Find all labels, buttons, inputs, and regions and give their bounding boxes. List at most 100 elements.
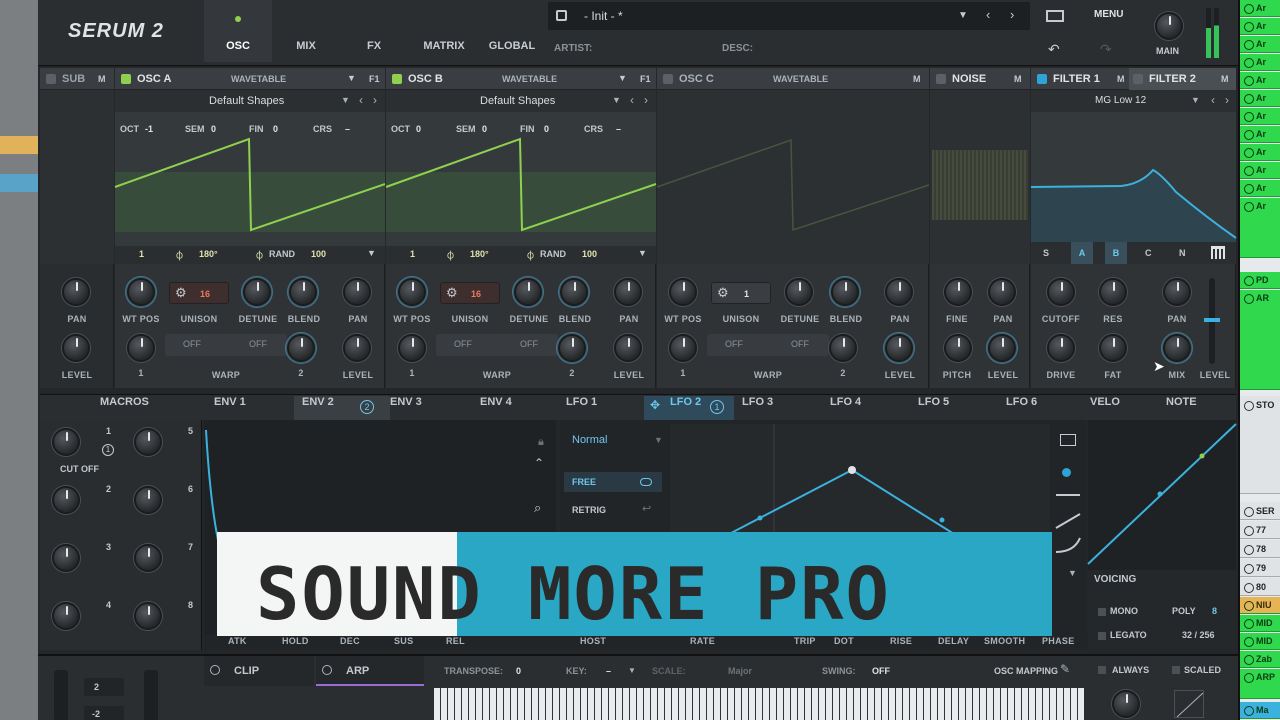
osc-a-wave-display[interactable]: OCT -1 SEM 0 FIN 0 CRS – [114, 112, 386, 246]
osc-c-type[interactable]: WAVETABLE [773, 74, 828, 84]
noise-mute[interactable]: M [1014, 74, 1022, 84]
track-item[interactable]: Ar [1240, 72, 1280, 89]
drag-move-icon[interactable]: ✥ [650, 398, 660, 412]
track-item[interactable]: Ar [1240, 36, 1280, 53]
cutoff-knob[interactable] [1047, 278, 1075, 306]
chevron-down-icon[interactable]: ▼ [341, 95, 350, 105]
osc-c-mute[interactable]: M [913, 74, 921, 84]
free-mode-button[interactable]: FREE [564, 472, 662, 492]
redo-icon[interactable]: ↷ [1100, 41, 1112, 58]
preset-dropdown-icon[interactable]: ▼ [958, 10, 968, 21]
osc-c-level-knob[interactable] [885, 334, 913, 362]
track-item[interactable]: Ar [1240, 108, 1280, 125]
scaled-checkbox[interactable] [1172, 666, 1180, 674]
noise-display[interactable] [930, 90, 1030, 264]
menu-button[interactable]: MENU [1094, 9, 1123, 20]
line-tool-icon[interactable] [1056, 494, 1080, 496]
filter-1-toggle[interactable] [1037, 74, 1047, 84]
tab-filter-2[interactable]: FILTER 2 M [1129, 68, 1236, 90]
warp-mode-select[interactable]: OFF OFF [707, 334, 829, 356]
tab-velo[interactable]: VELO [1090, 396, 1120, 418]
next-preset-icon[interactable]: › [1010, 7, 1014, 22]
blend-knob[interactable] [831, 278, 859, 306]
osc-a-level-knob[interactable] [343, 334, 371, 362]
track-item[interactable]: Ar [1240, 0, 1280, 17]
wt-pos-knob[interactable] [669, 278, 697, 306]
power-icon[interactable] [210, 665, 220, 675]
wt-pos-knob[interactable] [127, 278, 155, 306]
key-value[interactable]: – [606, 666, 611, 676]
track-item[interactable]: MID [1240, 615, 1280, 632]
chevron-down-icon[interactable]: ▼ [618, 73, 627, 83]
prev-preset-icon[interactable]: ‹ [986, 7, 990, 22]
sub-level-knob[interactable] [62, 334, 90, 362]
tab-lfo-2[interactable]: LFO 2 [670, 396, 701, 418]
warp-1-knob[interactable] [669, 334, 697, 362]
macro-5-knob[interactable] [134, 428, 162, 456]
track-item[interactable]: 78 [1240, 540, 1280, 558]
daw-clip[interactable] [0, 136, 38, 154]
tab-fx[interactable]: FX [340, 0, 408, 62]
route-noise[interactable]: N [1179, 248, 1186, 258]
pitch-wheel[interactable] [54, 670, 68, 720]
osc-b-level-knob[interactable] [614, 334, 642, 362]
porta-curve-box[interactable] [1174, 690, 1204, 718]
tab-macros[interactable]: MACROS [100, 396, 149, 418]
detune-knob[interactable] [785, 278, 813, 306]
sub-toggle[interactable] [46, 74, 56, 84]
tab-mix[interactable]: MIX [272, 0, 340, 62]
warp-2-knob[interactable] [829, 334, 857, 362]
gear-icon[interactable]: ⚙ [717, 285, 729, 301]
blend-knob[interactable] [560, 278, 588, 306]
main-volume-knob[interactable] [1155, 12, 1183, 40]
osc-mapping-label[interactable]: OSC MAPPING [994, 666, 1058, 676]
track-item[interactable]: Ar [1240, 198, 1280, 258]
osc-a-filter-route[interactable]: F1 [369, 74, 380, 84]
track-item[interactable]: Ar [1240, 162, 1280, 179]
noise-pan-knob[interactable] [988, 278, 1016, 306]
wavetable-select[interactable]: Default Shapes ▼ ‹ › [115, 90, 385, 112]
tab-matrix[interactable]: MATRIX [410, 0, 478, 62]
mod-wheel[interactable] [144, 670, 158, 720]
rand-value[interactable]: 100 [311, 249, 326, 259]
power-icon[interactable] [322, 665, 332, 675]
macro-2-knob[interactable] [52, 486, 80, 514]
search-icon[interactable]: ⌕ [534, 500, 541, 516]
wavetable-select[interactable]: Default Shapes ▼ ‹ › [386, 90, 656, 112]
filter-pan-knob[interactable] [1163, 278, 1191, 306]
track-item[interactable]: MID [1240, 633, 1280, 650]
osc-c-pan-knob[interactable] [885, 278, 913, 306]
always-checkbox[interactable] [1098, 666, 1106, 674]
unison-box[interactable]: ⚙ 1 [711, 282, 771, 304]
track-item[interactable]: Ar [1240, 144, 1280, 161]
slider-handle[interactable] [1204, 318, 1220, 322]
tab-osc[interactable]: OSC [204, 0, 272, 62]
filter-level-slider[interactable] [1204, 278, 1220, 364]
track-item[interactable]: NIU [1240, 597, 1280, 614]
macro-8-knob[interactable] [134, 602, 162, 630]
point-tool-icon[interactable] [1062, 468, 1071, 477]
save-icon[interactable] [556, 10, 567, 21]
macro-7-knob[interactable] [134, 544, 162, 572]
phase-value[interactable]: 180° [199, 249, 218, 259]
macro-4-knob[interactable] [52, 602, 80, 630]
ramp-tool-icon[interactable] [1055, 513, 1081, 529]
unison-box[interactable]: ⚙ 16 [440, 282, 500, 304]
poly-voices-value[interactable]: 8 [1212, 606, 1217, 616]
next-filter-icon[interactable]: › [1225, 93, 1229, 107]
chevron-down-icon[interactable]: ▼ [347, 73, 356, 83]
track-item[interactable]: Ma [1240, 702, 1280, 719]
osc-b-toggle[interactable] [392, 74, 402, 84]
track-item[interactable]: 79 [1240, 559, 1280, 577]
porta-knob[interactable] [1112, 690, 1140, 718]
osc-a-pan-knob[interactable] [343, 278, 371, 306]
unison-value[interactable]: 1 [744, 289, 749, 299]
res-knob[interactable] [1099, 278, 1127, 306]
wt-pos-knob[interactable] [398, 278, 426, 306]
prev-table-icon[interactable]: ‹ [630, 93, 634, 107]
filter-response-display[interactable] [1030, 112, 1237, 242]
macro-3-knob[interactable] [52, 544, 80, 572]
track-item[interactable]: 77 [1240, 521, 1280, 539]
undo-icon[interactable]: ↶ [1048, 41, 1060, 58]
transpose-value[interactable]: 0 [516, 666, 521, 676]
